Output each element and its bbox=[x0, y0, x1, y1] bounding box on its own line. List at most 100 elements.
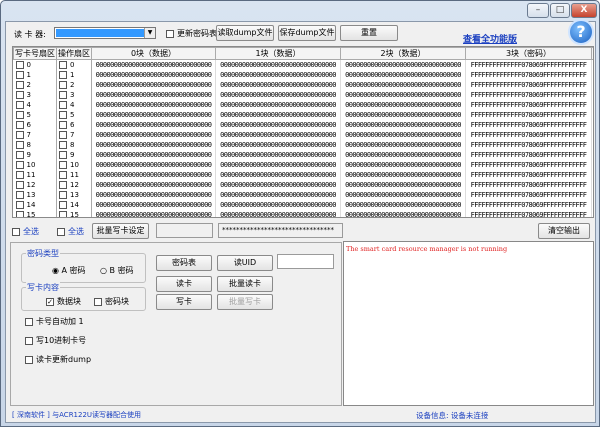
close-button[interactable]: X bbox=[571, 3, 597, 18]
op-sector-cell[interactable]: 11 bbox=[56, 169, 92, 180]
block1-cell[interactable]: 00000000000000000000000000000000 bbox=[215, 149, 341, 160]
write-decimal-checkbox[interactable]: 写10进制卡号 bbox=[25, 335, 86, 346]
block2-cell[interactable]: 00000000000000000000000000000000 bbox=[340, 89, 466, 100]
row-checkbox[interactable] bbox=[59, 90, 67, 99]
block3-cell[interactable]: FFFFFFFFFFFFFF078069FFFFFFFFFFFF bbox=[465, 109, 592, 120]
block2-cell[interactable]: 00000000000000000000000000000000 bbox=[340, 59, 466, 70]
block1-cell[interactable]: 00000000000000000000000000000000 bbox=[215, 209, 341, 217]
read-dump-button[interactable]: 读取dump文件 bbox=[216, 25, 274, 41]
block0-cell[interactable]: 00000000000000000000000000000000 bbox=[91, 99, 216, 110]
write-sector-cell[interactable]: 3 bbox=[13, 89, 57, 100]
block3-cell[interactable]: FFFFFFFFFFFFFF078069FFFFFFFFFFFF bbox=[465, 79, 592, 90]
row-checkbox[interactable] bbox=[59, 140, 67, 149]
key-table-button[interactable]: 密码表 bbox=[156, 255, 212, 271]
block0-cell[interactable]: 00000000000000000000000000000000 bbox=[91, 199, 216, 210]
row-checkbox[interactable] bbox=[15, 180, 24, 189]
reader-select[interactable]: ▼ bbox=[54, 27, 156, 39]
write-sector-cell[interactable]: 11 bbox=[13, 169, 57, 180]
key-b-radio[interactable]: ○ B 密码 bbox=[100, 265, 134, 276]
key-block-checkbox[interactable]: 密码块 bbox=[94, 296, 129, 307]
block1-cell[interactable]: 00000000000000000000000000000000 bbox=[215, 189, 341, 200]
block3-cell[interactable]: FFFFFFFFFFFFFF078069FFFFFFFFFFFF bbox=[465, 69, 592, 80]
row-checkbox[interactable] bbox=[59, 190, 67, 199]
uid-input[interactable] bbox=[277, 254, 334, 269]
write-sector-cell[interactable]: 13 bbox=[13, 189, 57, 200]
row-checkbox[interactable] bbox=[15, 110, 24, 119]
read-uid-button[interactable]: 读UID bbox=[217, 255, 273, 271]
update-key-table-checkbox[interactable]: 更新密码表 bbox=[166, 28, 217, 39]
row-checkbox[interactable] bbox=[59, 120, 67, 129]
block1-cell[interactable]: 00000000000000000000000000000000 bbox=[215, 69, 341, 80]
op-sector-cell[interactable]: 9 bbox=[56, 149, 92, 160]
block0-cell[interactable]: 00000000000000000000000000000000 bbox=[91, 59, 216, 70]
block3-cell[interactable]: FFFFFFFFFFFFFF078069FFFFFFFFFFFF bbox=[465, 159, 592, 170]
block3-cell[interactable]: FFFFFFFFFFFFFF078069FFFFFFFFFFFF bbox=[465, 149, 592, 160]
card-number-input[interactable] bbox=[156, 223, 213, 238]
block2-cell[interactable]: 00000000000000000000000000000000 bbox=[340, 209, 466, 217]
write-sector-cell[interactable]: 6 bbox=[13, 119, 57, 130]
write-sector-cell[interactable]: 10 bbox=[13, 159, 57, 170]
block0-cell[interactable]: 00000000000000000000000000000000 bbox=[91, 209, 216, 217]
block1-cell[interactable]: 00000000000000000000000000000000 bbox=[215, 89, 341, 100]
op-sector-cell[interactable]: 7 bbox=[56, 129, 92, 140]
block0-cell[interactable]: 00000000000000000000000000000000 bbox=[91, 79, 216, 90]
help-icon[interactable]: ? bbox=[568, 19, 594, 45]
row-checkbox[interactable] bbox=[59, 110, 67, 119]
op-sector-cell[interactable]: 3 bbox=[56, 89, 92, 100]
block0-cell[interactable]: 00000000000000000000000000000000 bbox=[91, 139, 216, 150]
row-checkbox[interactable] bbox=[59, 170, 67, 179]
clear-output-button[interactable]: 清空输出 bbox=[538, 223, 590, 239]
batch-read-button[interactable]: 批量读卡 bbox=[217, 276, 273, 292]
row-checkbox[interactable] bbox=[15, 120, 24, 129]
block2-cell[interactable]: 00000000000000000000000000000000 bbox=[340, 109, 466, 120]
minimize-button[interactable]: – bbox=[527, 3, 549, 18]
block1-cell[interactable]: 00000000000000000000000000000000 bbox=[215, 109, 341, 120]
block2-cell[interactable]: 00000000000000000000000000000000 bbox=[340, 119, 466, 130]
read-update-dump-checkbox[interactable]: 读卡更新dump bbox=[25, 354, 91, 365]
block0-cell[interactable]: 00000000000000000000000000000000 bbox=[91, 119, 216, 130]
block2-cell[interactable]: 00000000000000000000000000000000 bbox=[340, 179, 466, 190]
save-dump-button[interactable]: 保存dump文件 bbox=[278, 25, 336, 41]
op-sector-cell[interactable]: 0 bbox=[56, 59, 92, 70]
block2-cell[interactable]: 00000000000000000000000000000000 bbox=[340, 159, 466, 170]
block0-cell[interactable]: 00000000000000000000000000000000 bbox=[91, 159, 216, 170]
batch-write-settings-button[interactable]: 批量写卡设定 bbox=[92, 223, 149, 239]
op-sector-cell[interactable]: 15 bbox=[56, 209, 92, 217]
block3-cell[interactable]: FFFFFFFFFFFFFF078069FFFFFFFFFFFF bbox=[465, 59, 592, 70]
block1-cell[interactable]: 00000000000000000000000000000000 bbox=[215, 199, 341, 210]
block3-cell[interactable]: FFFFFFFFFFFFFF078069FFFFFFFFFFFF bbox=[465, 129, 592, 140]
write-sector-cell[interactable]: 0 bbox=[13, 59, 57, 70]
op-sector-cell[interactable]: 14 bbox=[56, 199, 92, 210]
block3-cell[interactable]: FFFFFFFFFFFFFF078069FFFFFFFFFFFF bbox=[465, 99, 592, 110]
block1-cell[interactable]: 00000000000000000000000000000000 bbox=[215, 139, 341, 150]
row-checkbox[interactable] bbox=[59, 200, 67, 209]
write-sector-cell[interactable]: 2 bbox=[13, 79, 57, 90]
row-checkbox[interactable] bbox=[15, 200, 24, 209]
block2-cell[interactable]: 00000000000000000000000000000000 bbox=[340, 129, 466, 140]
output-panel[interactable]: The smart card resource manager is not r… bbox=[343, 241, 594, 406]
block1-cell[interactable]: 00000000000000000000000000000000 bbox=[215, 99, 341, 110]
block0-cell[interactable]: 00000000000000000000000000000000 bbox=[91, 149, 216, 160]
key-input[interactable]: ******************************** bbox=[218, 223, 343, 238]
block1-cell[interactable]: 00000000000000000000000000000000 bbox=[215, 179, 341, 190]
op-sector-cell[interactable]: 12 bbox=[56, 179, 92, 190]
block1-cell[interactable]: 00000000000000000000000000000000 bbox=[215, 119, 341, 130]
block2-cell[interactable]: 00000000000000000000000000000000 bbox=[340, 79, 466, 90]
op-sector-cell[interactable]: 10 bbox=[56, 159, 92, 170]
write-sector-cell[interactable]: 5 bbox=[13, 109, 57, 120]
read-card-button[interactable]: 读卡 bbox=[156, 276, 212, 292]
block2-cell[interactable]: 00000000000000000000000000000000 bbox=[340, 69, 466, 80]
block0-cell[interactable]: 00000000000000000000000000000000 bbox=[91, 109, 216, 120]
op-sector-cell[interactable]: 5 bbox=[56, 109, 92, 120]
write-sector-cell[interactable]: 4 bbox=[13, 99, 57, 110]
row-checkbox[interactable] bbox=[15, 130, 24, 139]
block0-cell[interactable]: 00000000000000000000000000000000 bbox=[91, 129, 216, 140]
write-sector-cell[interactable]: 8 bbox=[13, 139, 57, 150]
block1-cell[interactable]: 00000000000000000000000000000000 bbox=[215, 59, 341, 70]
row-checkbox[interactable] bbox=[59, 160, 67, 169]
block3-cell[interactable]: FFFFFFFFFFFFFF078069FFFFFFFFFFFF bbox=[465, 169, 592, 180]
row-checkbox[interactable] bbox=[59, 150, 67, 159]
block2-cell[interactable]: 00000000000000000000000000000000 bbox=[340, 169, 466, 180]
write-sector-cell[interactable]: 15 bbox=[13, 209, 57, 217]
row-checkbox[interactable] bbox=[15, 190, 24, 199]
